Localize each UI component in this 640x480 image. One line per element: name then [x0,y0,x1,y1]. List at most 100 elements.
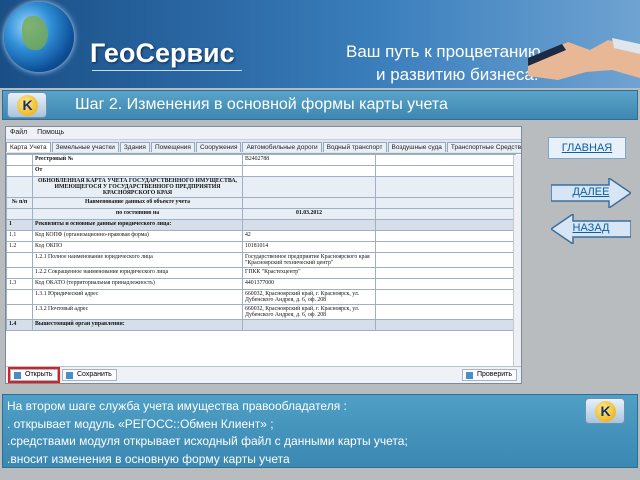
back-label: НАЗАД [572,222,610,234]
tab-item[interactable]: Помещения [150,142,195,152]
table-cell-value[interactable]: 42 [242,230,376,242]
table-cell-value[interactable]: 10181014 [242,241,376,253]
table-cell-num: 1 [6,219,33,231]
step-title-bar: K Шаг 2. Изменения в основной формы карт… [2,90,638,120]
open-button[interactable]: Открыть [8,367,60,383]
tab-item[interactable]: Автомобильные дороги [242,142,322,152]
table-cell-empty [375,267,516,279]
table-cell-label: Код ОКПО [32,241,243,253]
table-cell-empty [375,165,516,177]
table-row: 1.2 Код ОКПО 10181014 [6,241,516,253]
header-banner: ГеоСервис Ваш путь к процветанию и разви… [0,0,640,88]
k-logo-icon: K [17,95,38,116]
vertical-scrollbar[interactable] [513,155,521,367]
tab-item[interactable]: Земельные участки [51,142,119,152]
tab-item[interactable]: Воздушные суда [387,142,446,152]
table-cell-value[interactable]: В2402788 [242,154,376,166]
tab-item[interactable]: Транспортные Средства [446,142,521,152]
tab-item[interactable]: Здания [119,142,150,152]
table-cell-num: 1.3 [6,278,33,290]
table-row: 1.3.2 Почтовый адрес 660032, Красноярский… [6,304,516,320]
table-cell-num [6,289,33,305]
k-logo-button-bottom[interactable]: K [585,398,625,424]
info-line: . открывает модуль «РЕГОСС::Обмен Клиент… [7,416,274,431]
next-button[interactable]: ДАЛЕЕ [550,176,633,210]
k-logo-button[interactable]: K [7,92,47,118]
table-cell-num: 1.1 [6,230,33,242]
table-row: От [6,165,516,177]
k-logo-icon: K [595,401,616,422]
app-menubar: Файл Помощь [6,127,521,140]
table-row: Реестровый № В2402788 [6,154,516,166]
slogan: Ваш путь к процветанию и развитию бизнес… [346,40,541,86]
brand-underline [92,70,242,71]
table-cell-value[interactable]: 660032, Красноярский край, г. Красноярск… [242,304,376,320]
table-cell-empty [375,304,516,320]
table-cell-empty [375,241,516,253]
table-row: 1.1 Код КОПФ (организационно-правовая фор… [6,230,516,242]
slogan-line-1: Ваш путь к процветанию [346,42,541,61]
table-cell-empty [375,208,516,220]
main-link[interactable]: ГЛАВНАЯ [548,137,626,159]
globe-logo-icon [4,2,74,72]
tab-item[interactable]: Карта Учета [6,142,51,152]
table-cell-label: Код КОПФ (организационно-правовая форма) [32,230,243,242]
check-button[interactable]: Проверить [461,369,517,381]
table-cell-empty [375,289,516,305]
tab-item[interactable]: Сооружения [195,142,242,152]
table-cell-label: Вышестоящий орган управления: [32,319,243,331]
table-cell-value[interactable]: 01.03.2012 [242,208,376,220]
table-cell-value[interactable]: Государственное предприятие Красноярског… [242,252,376,268]
table-cell-value[interactable]: 660032, Красноярский край, г. Красноярск… [242,289,376,305]
record-card-table: Реестровый № В2402788 От ОБНОВЛЕННАЯ КАРТА … [6,154,516,331]
table-cell-num [6,165,33,177]
table-cell-num: 1.2 [6,241,33,253]
handshake-icon [528,38,640,80]
table-cell-value[interactable] [242,165,376,177]
table-cell-num [6,154,33,166]
table-cell-num [6,252,33,268]
table-row: по состоянию на 01.03.2012 [6,208,516,220]
table-cell-label: Код ОКАТО (территориальная принадлежност… [32,278,243,290]
table-cell-value[interactable] [242,319,376,331]
table-cell-label: 1.2.2 Сокращенное наименование юридическ… [32,267,243,279]
tab-item[interactable]: Водный транспорт [322,142,387,152]
menu-file[interactable]: Файл [10,129,27,136]
table-row: 1.3 Код ОКАТО (территориальная принадлежн… [6,278,516,290]
table-cell-num [6,176,33,198]
table-cell-num [6,208,33,220]
table-row: 1.2.1 Полное наименование юридического л… [6,252,516,268]
menu-help[interactable]: Помощь [37,129,64,136]
table-cell-value[interactable] [242,219,376,231]
table-row: № п/п Наименование данных об объекте учет… [6,197,516,209]
step-title: Шаг 2. Изменения в основной формы карты … [75,96,448,113]
table-cell-label: Реквизиты и основные данные юридического… [32,219,243,231]
table-cell-value[interactable] [242,197,376,209]
info-line: На втором шаге служба учета имущества пр… [7,399,347,413]
table-cell-num: 1.4 [6,319,33,331]
table-cell-empty [375,176,516,198]
table-cell-value[interactable]: 4401377000 [242,278,376,290]
table-cell-empty [375,197,516,209]
table-cell-num [6,304,33,320]
table-cell-label: 1.3.2 Почтовый адрес [32,304,243,320]
app-screenshot: Файл Помощь Карта Учета Земельные участки… [5,126,522,384]
back-button[interactable]: НАЗАД [549,212,632,246]
app-tabs: Карта Учета Земельные участки Здания Помеще… [6,140,521,154]
table-cell-label: 1.2.1 Полное наименование юридического л… [32,252,243,268]
table-cell-label: 1.3.1 Юридический адрес [32,289,243,305]
save-button[interactable]: Сохранить [62,369,117,381]
step-description: K На втором шаге служба учета имущества … [2,394,638,468]
table-cell-value[interactable] [242,176,376,198]
table-cell-empty [375,230,516,242]
table-cell-empty [375,278,516,290]
table-row: ОБНОВЛЕННАЯ КАРТА УЧЕТА ГОСУДАРСТВЕННОГО… [6,176,516,198]
table-row: 1.4 Вышестоящий орган управления: [6,319,516,331]
table-row: 1.2.2 Сокращенное наименование юридическ… [6,267,516,279]
table-row: 1.3.1 Юридический адрес 660032, Красноярс… [6,289,516,305]
table-cell-label: От [32,165,243,177]
table-cell-value[interactable]: ГПКК "Крастехцентр" [242,267,376,279]
table-cell-num [6,267,33,279]
slogan-line-2: и развитию бизнеса! [376,65,539,84]
info-line: .вносит изменения в основную форму карты… [7,451,290,466]
